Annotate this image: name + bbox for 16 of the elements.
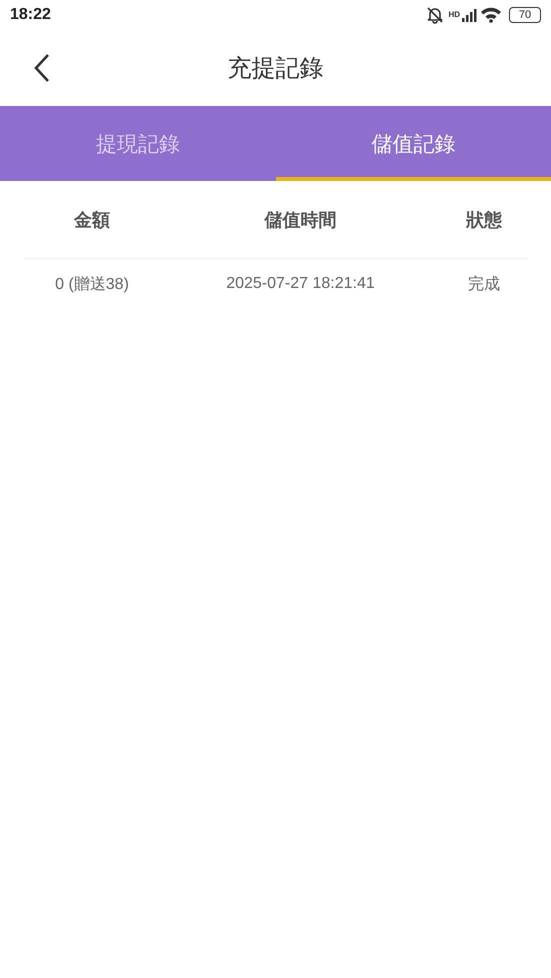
back-icon[interactable] xyxy=(32,53,52,83)
column-header: 金額 xyxy=(72,208,111,232)
column-header: 狀態 xyxy=(464,208,503,232)
column-header: 儲值時間 xyxy=(263,208,338,232)
signal-icon xyxy=(461,7,477,23)
battery-icon: 70 xyxy=(509,7,541,23)
network-label: HD xyxy=(448,10,460,19)
muted-bell-icon xyxy=(425,6,446,24)
table-cell-text: 2025-07-27 18:21:41 xyxy=(225,275,376,293)
wifi-icon xyxy=(480,7,502,23)
clock-time: 18:22 xyxy=(10,6,51,24)
table-cell-text: 0 (贈送38) xyxy=(54,274,130,294)
tab[interactable]: 提現記錄 xyxy=(0,106,276,181)
tab[interactable]: 儲值記錄 xyxy=(276,106,551,181)
page-title: 充提記錄 xyxy=(228,54,324,84)
table-cell-text: 完成 xyxy=(467,274,501,294)
